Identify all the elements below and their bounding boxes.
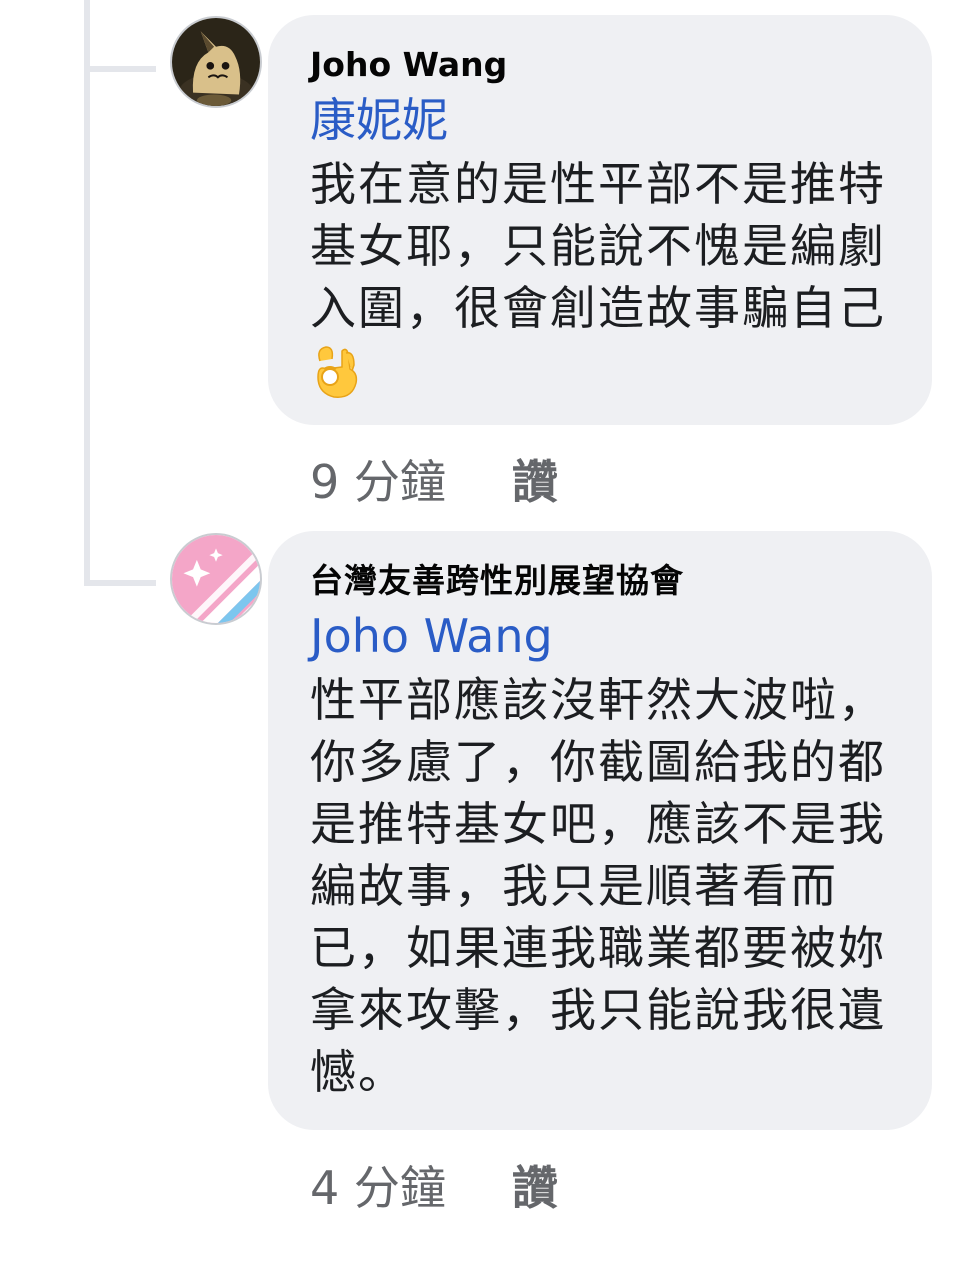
- avatar[interactable]: [170, 16, 262, 108]
- thread-line-connector-2: [84, 580, 156, 586]
- comment-author[interactable]: 台灣友善跨性別展望協會: [310, 561, 896, 601]
- comment-meta: 4 分鐘 讚: [310, 1152, 558, 1218]
- comment-author[interactable]: Joho Wang: [310, 45, 896, 85]
- comment-meta: 9 分鐘 讚: [310, 446, 558, 512]
- mention-link[interactable]: 康妮妮: [310, 91, 896, 149]
- comment-bubble: 台灣友善跨性別展望協會 Joho Wang 性平部應該沒軒然大波啦，你多慮了，你…: [268, 531, 932, 1130]
- thread-line-vertical: [84, 0, 90, 586]
- comment-text-content: 我在意的是性平部不是推特基女耶，只能說不愧是編劇入圍，很會創造故事騙自己: [310, 157, 886, 335]
- mimikyu-avatar-icon: [172, 18, 260, 106]
- like-button[interactable]: 讚: [512, 446, 558, 512]
- comment-timestamp[interactable]: 4 分鐘: [310, 1152, 446, 1218]
- trans-flag-stripes-avatar-icon: [172, 535, 260, 623]
- comment-bubble: Joho Wang 康妮妮 我在意的是性平部不是推特基女耶，只能說不愧是編劇入圍…: [268, 15, 932, 425]
- comment-timestamp[interactable]: 9 分鐘: [310, 446, 446, 512]
- mention-link[interactable]: Joho Wang: [310, 607, 896, 665]
- comment-text: 性平部應該沒軒然大波啦，你多慮了，你截圖給我的都是推特基女吧，應該不是我編故事，…: [310, 673, 886, 1099]
- ok-hand-icon: [310, 339, 364, 401]
- comment-text: 我在意的是性平部不是推特基女耶，只能說不愧是編劇入圍，很會創造故事騙自己: [310, 153, 896, 401]
- thread-line-connector-1: [84, 66, 156, 72]
- like-button[interactable]: 讚: [512, 1152, 558, 1218]
- avatar[interactable]: [170, 533, 262, 625]
